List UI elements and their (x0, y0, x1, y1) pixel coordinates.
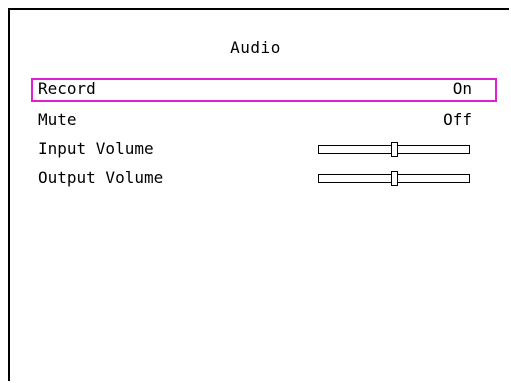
input-volume-slider[interactable] (318, 142, 470, 157)
output-volume-label: Output Volume (38, 168, 164, 187)
menu-item-record[interactable]: Record On (31, 78, 497, 102)
menu-item-mute[interactable]: Mute Off (31, 109, 497, 133)
input-volume-slider-thumb[interactable] (391, 142, 398, 157)
osd-menu-frame (8, 8, 509, 381)
input-volume-label: Input Volume (38, 139, 154, 158)
menu-item-output-volume[interactable]: Output Volume (31, 167, 497, 191)
menu-title: Audio (230, 38, 281, 57)
mute-label: Mute (38, 110, 77, 129)
mute-value[interactable]: Off (443, 109, 472, 131)
menu-item-input-volume[interactable]: Input Volume (31, 138, 497, 162)
output-volume-slider[interactable] (318, 171, 470, 186)
record-value[interactable]: On (453, 78, 472, 100)
record-label: Record (38, 79, 96, 98)
output-volume-slider-thumb[interactable] (391, 171, 398, 186)
